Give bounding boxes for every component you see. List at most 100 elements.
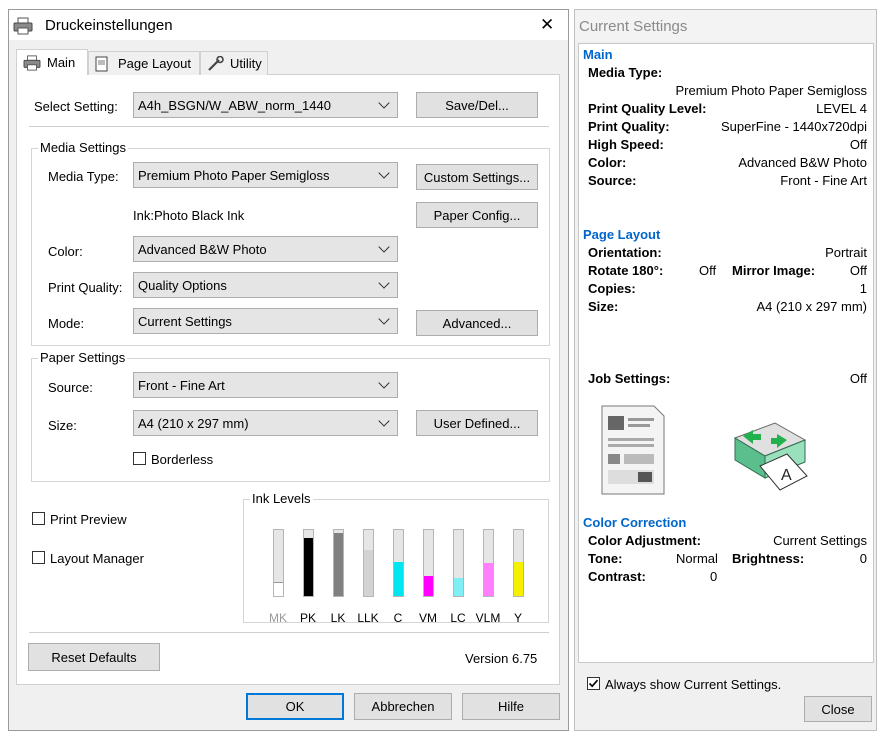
source-dropdown[interactable]: Front - Fine Art	[133, 372, 398, 398]
page-layout-icon	[95, 56, 108, 71]
printer-icon	[23, 54, 41, 71]
custom-settings-button[interactable]: Custom Settings...	[416, 164, 538, 190]
title-bar: Druckeinstellungen ✕	[9, 10, 568, 40]
color-correction-heading: Color Correction	[583, 515, 687, 530]
cs-media-type-value: Premium Photo Paper Semigloss	[675, 83, 867, 98]
size-value: A4 (210 x 297 mm)	[138, 415, 249, 431]
mode-value: Current Settings	[138, 313, 232, 329]
chevron-down-icon	[378, 97, 390, 109]
cs-main-row-key: Color:	[588, 155, 627, 170]
print-preview-checkbox[interactable]	[32, 512, 45, 525]
borderless-checkbox[interactable]	[133, 452, 146, 465]
always-show-checkbox[interactable]	[587, 677, 600, 690]
page-preview-icon	[598, 404, 668, 499]
chevron-down-icon	[378, 377, 390, 389]
main-section-heading: Main	[583, 47, 613, 62]
layout-manager-checkbox[interactable]	[32, 551, 45, 564]
select-setting-dropdown[interactable]: A4h_BSGN/W_ABW_norm_1440	[133, 92, 398, 118]
print-preview-label: Print Preview	[50, 512, 127, 527]
source-value: Front - Fine Art	[138, 377, 225, 393]
ink-cartridge-vlm	[483, 529, 494, 597]
chevron-down-icon	[378, 167, 390, 179]
cs-orientation-value: Portrait	[825, 245, 867, 260]
ink-level-fill	[424, 576, 433, 596]
ink-type-label: Ink:Photo Black Ink	[133, 208, 245, 223]
help-button[interactable]: Hilfe	[462, 693, 560, 720]
cancel-button[interactable]: Abbrechen	[354, 693, 452, 720]
media-type-dropdown[interactable]: Premium Photo Paper Semigloss	[133, 162, 398, 188]
cs-tone-value: Normal	[676, 551, 718, 566]
ink-level-fill	[334, 533, 343, 596]
save-del-button[interactable]: Save/Del...	[416, 92, 538, 118]
mode-dropdown[interactable]: Current Settings	[133, 308, 398, 334]
color-dropdown[interactable]: Advanced B&W Photo	[133, 236, 398, 262]
ink-label: VLM	[475, 611, 501, 625]
paper-config-button[interactable]: Paper Config...	[416, 202, 538, 228]
current-settings-title: Current Settings	[579, 18, 688, 35]
ink-level-fill	[454, 578, 463, 596]
ink-cartridge-lc	[453, 529, 464, 597]
color-value: Advanced B&W Photo	[138, 241, 267, 257]
current-settings-window: Current Settings	[574, 9, 877, 731]
svg-text:A: A	[781, 467, 792, 484]
chevron-down-icon	[378, 277, 390, 289]
cs-size-key: Size:	[588, 299, 619, 314]
page-layout-heading: Page Layout	[583, 227, 661, 242]
reset-defaults-button[interactable]: Reset Defaults	[28, 643, 160, 671]
cs-main-row-key: Print Quality Level:	[588, 101, 707, 116]
cs-mirror-key: Mirror Image:	[732, 263, 816, 278]
ink-label: LK	[330, 611, 346, 625]
media-type-label: Media Type:	[48, 169, 119, 184]
cs-brightness-key: Brightness:	[732, 551, 805, 566]
tab-utility[interactable]: Utility	[200, 51, 268, 75]
cs-contrast-key: Contrast:	[588, 569, 646, 584]
tab-page-layout[interactable]: Page Layout	[88, 51, 200, 75]
divider	[29, 632, 549, 633]
cs-main-row-value: SuperFine - 1440x720dpi	[721, 119, 867, 134]
current-settings-titlebar: Current Settings	[575, 10, 876, 42]
cs-orientation-key: Orientation:	[588, 245, 662, 260]
ink-label: VM	[419, 611, 437, 625]
tab-main-label: Main	[47, 55, 76, 70]
cs-rotate-key: Rotate 180°:	[588, 263, 664, 278]
close-icon[interactable]: ✕	[540, 15, 554, 35]
advanced-button[interactable]: Advanced...	[416, 310, 538, 336]
ink-cartridge-y	[513, 529, 524, 597]
cs-main-row-value: LEVEL 4	[816, 101, 867, 116]
tab-page-layout-label: Page Layout	[118, 56, 192, 71]
cs-mirror-value: Off	[849, 263, 867, 278]
ink-levels-chart: MK PK LK LLK C VM LC VLM Y	[243, 499, 549, 625]
print-quality-dropdown[interactable]: Quality Options	[133, 272, 398, 298]
tab-utility-label: Utility	[230, 56, 262, 71]
cs-main-row-value: Advanced B&W Photo	[738, 155, 867, 170]
ink-label: LC	[450, 611, 466, 625]
user-defined-button[interactable]: User Defined...	[416, 410, 538, 436]
always-show-label: Always show Current Settings.	[605, 677, 782, 692]
wrench-icon	[208, 55, 224, 71]
tab-main[interactable]: Main	[16, 49, 88, 75]
chevron-down-icon	[378, 415, 390, 427]
cs-color-adjust-value: Current Settings	[773, 533, 867, 548]
dialog-title: Druckeinstellungen	[45, 17, 173, 34]
ok-button[interactable]: OK	[246, 693, 344, 720]
borderless-label: Borderless	[151, 452, 214, 467]
ink-label: C	[393, 611, 403, 625]
ink-level-fill	[484, 563, 493, 596]
cs-main-row-value: Off	[849, 137, 867, 152]
cs-media-type-key: Media Type:	[588, 65, 663, 80]
cs-color-adjust-key: Color Adjustment:	[588, 533, 701, 548]
checkmark-icon	[588, 679, 599, 688]
cs-brightness-value: 0	[859, 551, 867, 566]
media-settings-title: Media Settings	[38, 140, 128, 155]
close-button[interactable]: Close	[804, 696, 872, 722]
cs-main-row-key: Print Quality:	[588, 119, 670, 134]
mode-label: Mode:	[48, 316, 85, 331]
color-label: Color:	[48, 244, 83, 259]
ink-cartridge-c	[393, 529, 404, 597]
cs-size-value: A4 (210 x 297 mm)	[756, 299, 867, 314]
cs-tone-key: Tone:	[588, 551, 623, 566]
ink-cartridge-llk	[363, 529, 374, 597]
print-settings-dialog: Druckeinstellungen ✕ Main Page Layout Ut…	[8, 9, 569, 731]
size-dropdown[interactable]: A4 (210 x 297 mm)	[133, 410, 398, 436]
cs-copies-key: Copies:	[588, 281, 636, 296]
